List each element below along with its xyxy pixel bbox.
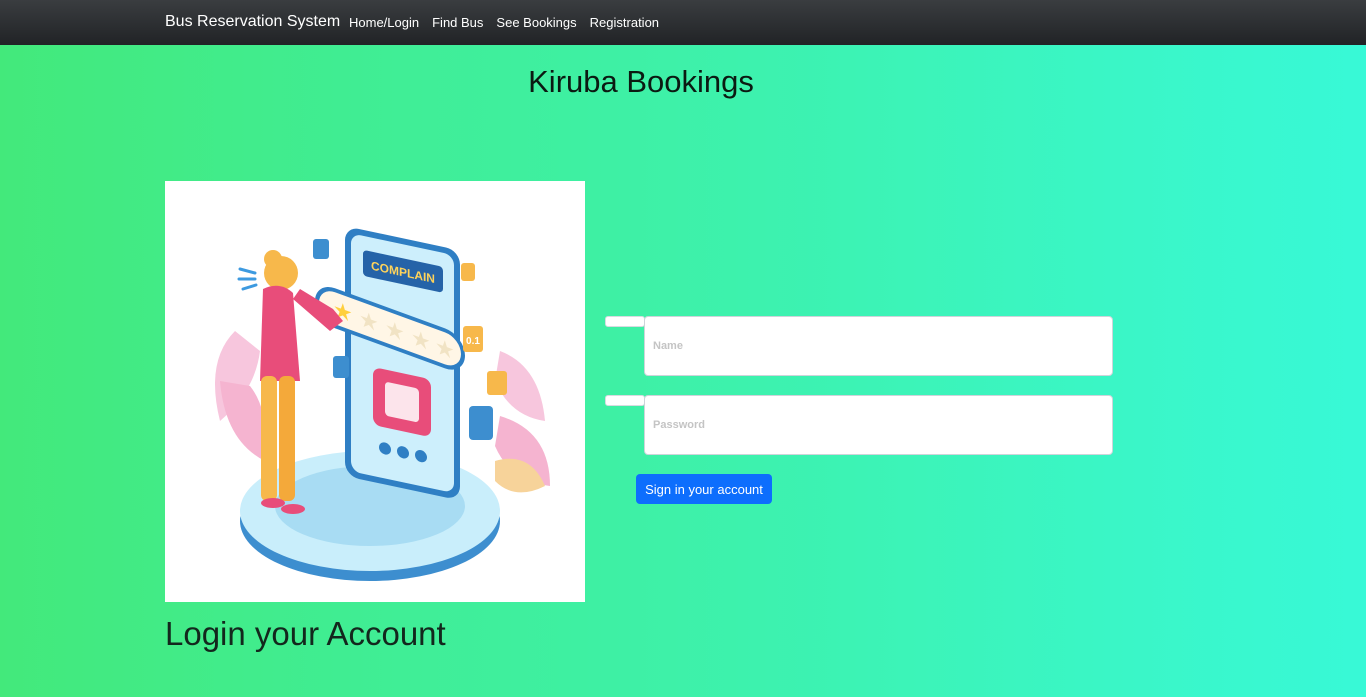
login-illustration: COMPLAIN ★ ★ ★ ★ ★ 0.1 <box>165 181 585 602</box>
nav-link-find-bus[interactable]: Find Bus <box>432 15 483 30</box>
nav-links: Home/Login Find Bus See Bookings Registr… <box>349 15 672 30</box>
name-label-box <box>605 316 645 327</box>
nav-link-see-bookings[interactable]: See Bookings <box>496 15 576 30</box>
sign-in-button[interactable]: Sign in your account <box>636 474 772 504</box>
page-title: Kiruba Bookings <box>528 64 754 99</box>
nav-link-registration[interactable]: Registration <box>590 15 659 30</box>
complaint-illustration-graphic: COMPLAIN ★ ★ ★ ★ ★ 0.1 <box>215 228 550 581</box>
top-navbar: Bus Reservation System Home/Login Find B… <box>0 0 1366 45</box>
nav-link-home-login[interactable]: Home/Login <box>349 15 419 30</box>
badge-number: 0.1 <box>466 336 480 347</box>
password-label-box <box>605 395 645 406</box>
navbar-brand[interactable]: Bus Reservation System <box>165 13 340 31</box>
password-input[interactable] <box>644 395 1113 455</box>
login-subheading: Login your Account <box>165 615 446 652</box>
name-input[interactable] <box>644 316 1113 376</box>
